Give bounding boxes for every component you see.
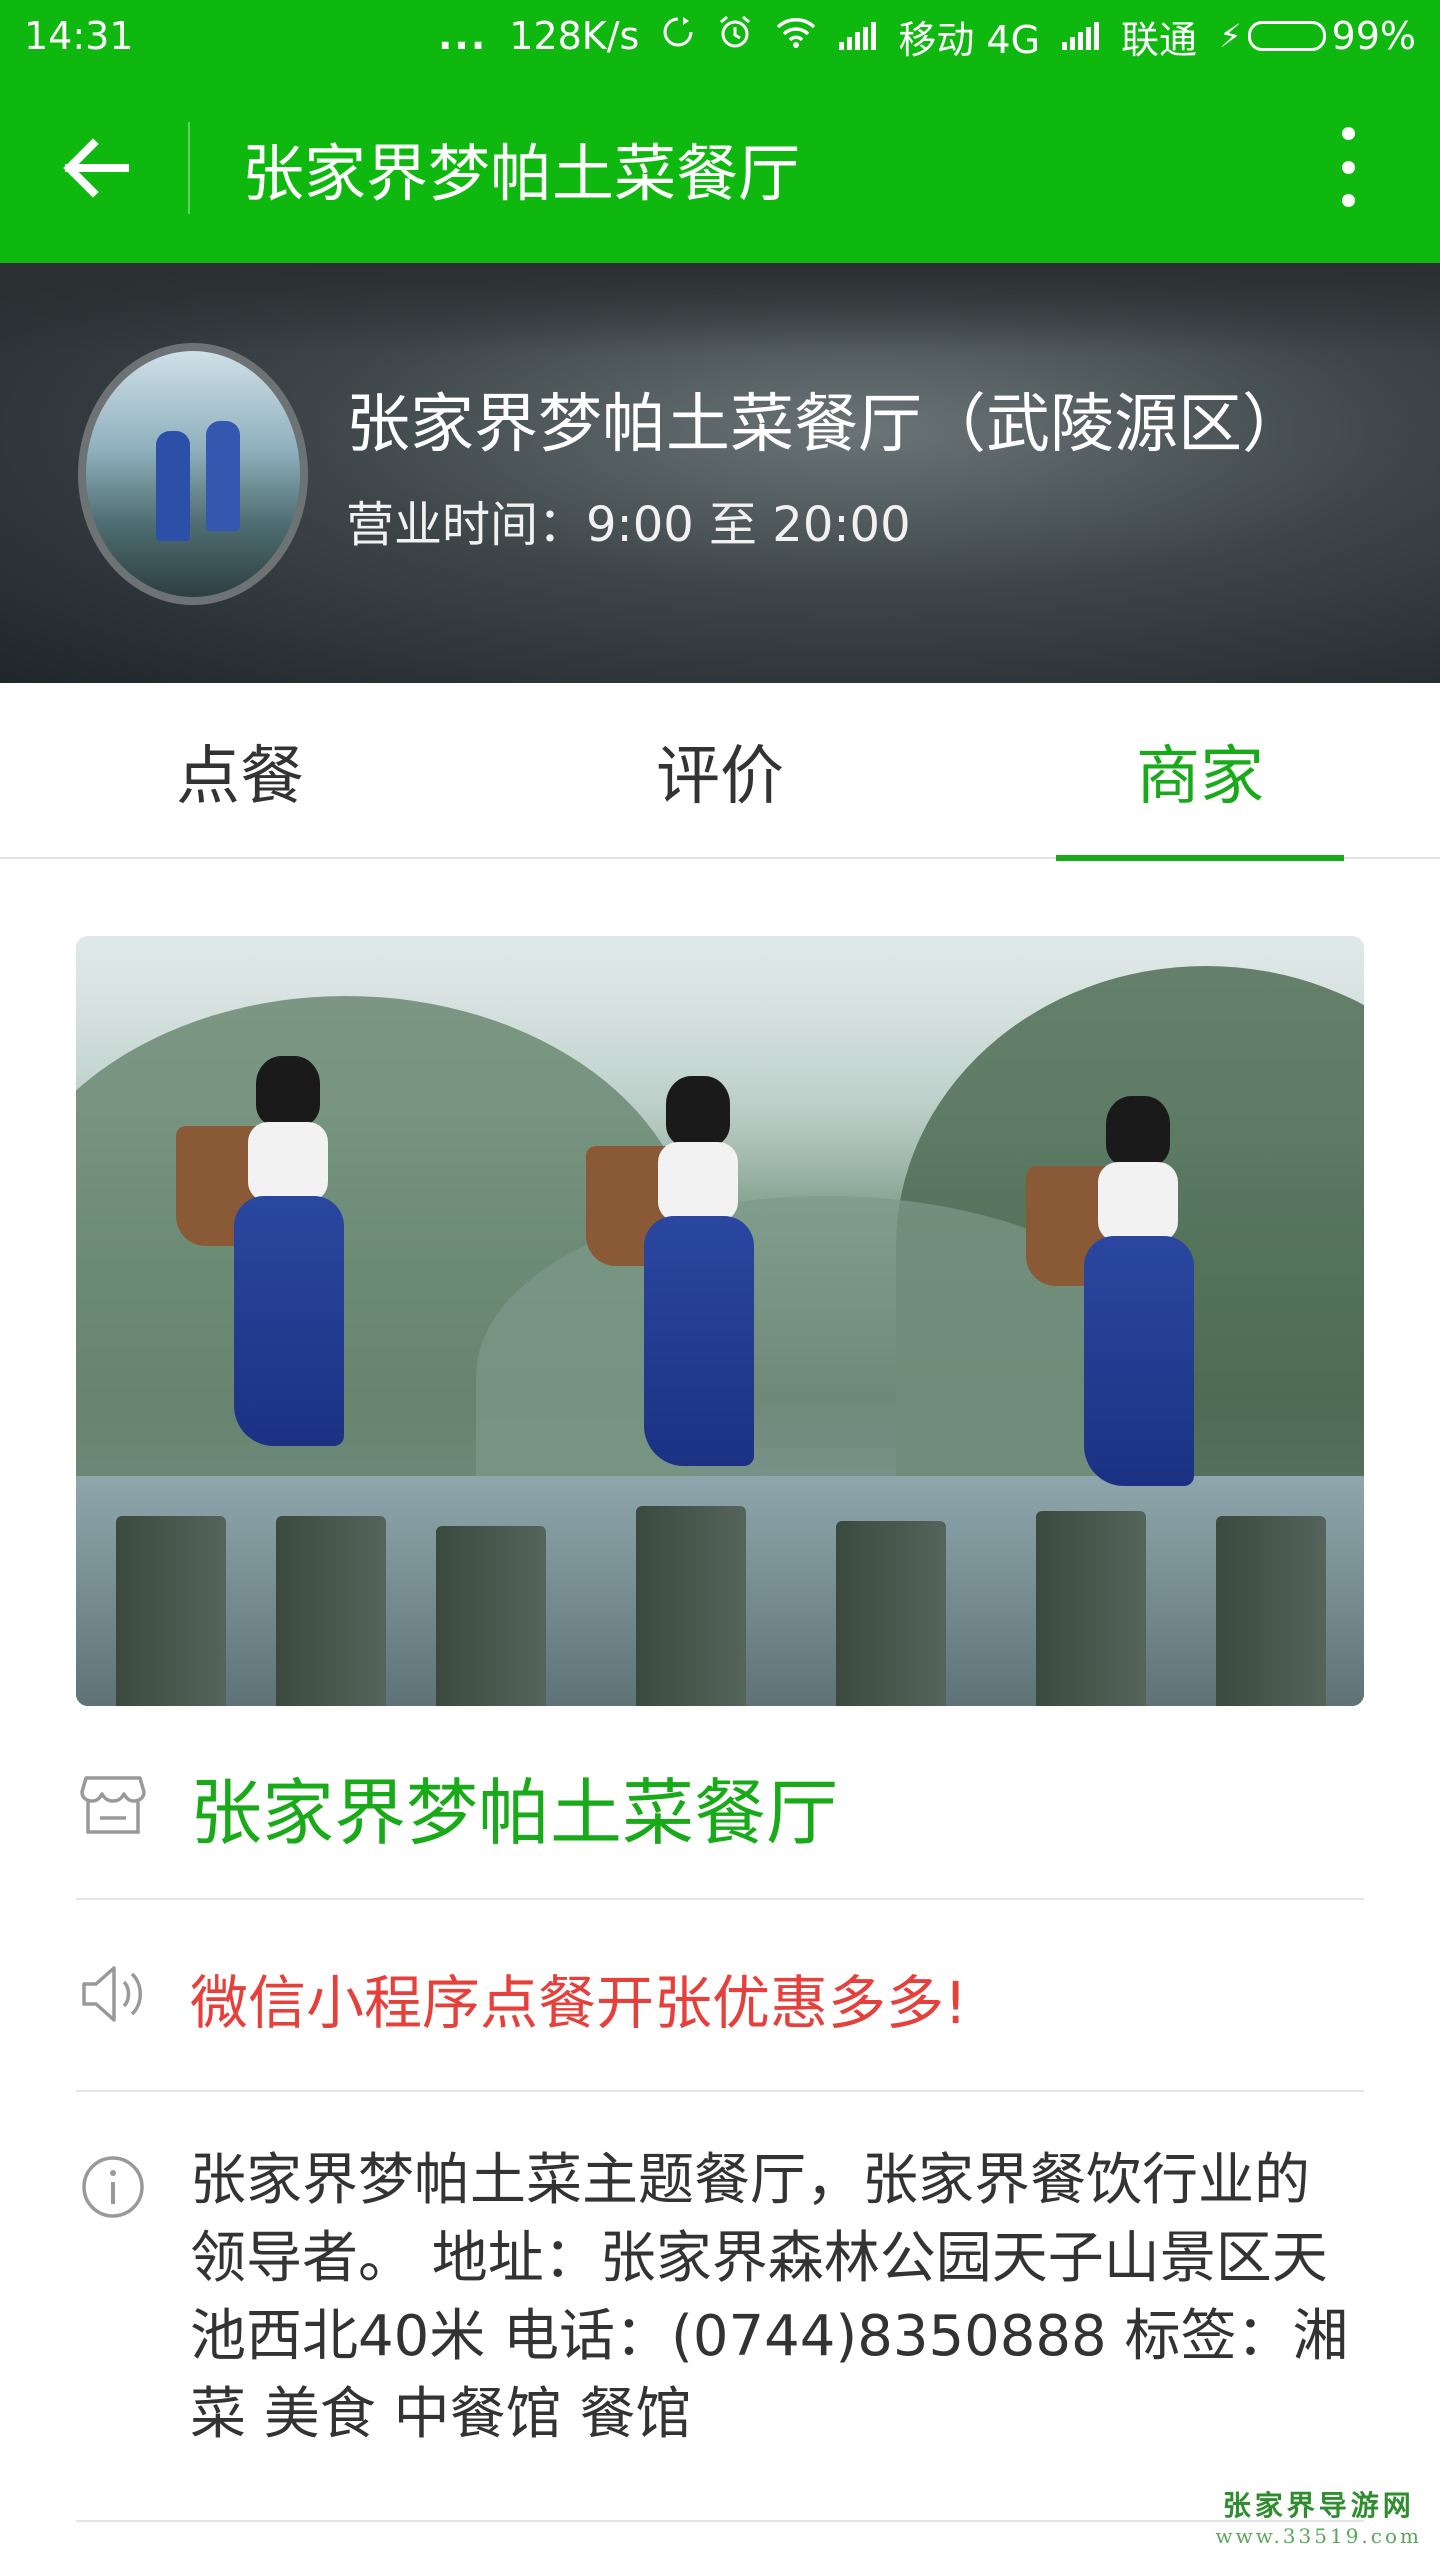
status-bar: 14:31 ... 128K/s 移动 4G 联通 ⚡ 99% [0,0,1440,72]
battery-icon [1247,21,1326,51]
charging-icon: ⚡ [1219,17,1242,55]
business-hours: 营业时间：9:00 至 20:00 [346,497,911,553]
signal-icon [1062,22,1100,50]
app-bar: 张家界梦帕土菜餐厅 [0,72,1440,263]
shop-header: 张家界梦帕土菜餐厅（武陵源区） 营业时间：9:00 至 20:00 [0,263,1440,683]
tab-order[interactable]: 点餐 [0,683,480,859]
merchant-name-row: 张家界梦帕土菜餐厅 [76,1706,1364,1900]
status-time: 14:31 [24,14,134,58]
watermark-line2: www.33519.com [1215,2524,1422,2548]
watermark-line1: 张家界导游网 [1222,2489,1415,2522]
speaker-icon [80,1962,150,2030]
shop-full-name: 张家界梦帕土菜餐厅（武陵源区） [346,388,1306,462]
sync-icon [661,14,695,58]
tab-reviews[interactable]: 评价 [480,683,960,859]
shop-avatar[interactable] [78,343,308,605]
carrier-1: 移动 4G [898,17,1041,62]
tab-bar: 点餐 评价 商家 [0,683,1440,861]
more-menu-button[interactable] [1328,127,1368,207]
back-button[interactable] [0,72,190,263]
watermark: 张家界导游网 www.33519.com [1215,2484,1422,2548]
wifi-icon [775,14,817,58]
info-icon [80,2154,146,2224]
status-dots: ... [437,14,488,58]
carrier-2: 联通 [1121,17,1198,62]
arrow-left-icon [63,137,129,198]
battery-percent: 99% [1331,14,1416,58]
page-title: 张家界梦帕土菜餐厅 [242,136,801,210]
more-vertical-icon [1341,127,1355,140]
status-speed: 128K/s [509,14,640,58]
merchant-name: 张家界梦帕土菜餐厅 [190,1771,839,1855]
merchant-description: 张家界梦帕土菜主题餐厅，张家界餐饮行业的领导者。 地址：张家界森林公园天子山景区… [190,2148,1349,2447]
tab-merchant[interactable]: 商家 [1056,683,1344,861]
shop-banner-image[interactable] [76,936,1364,1706]
notice-row: 微信小程序点餐开张优惠多多! [76,1900,1364,2092]
description-row: 张家界梦帕土菜主题餐厅，张家界餐饮行业的领导者。 地址：张家界森林公园天子山景区… [76,2092,1364,2522]
signal-icon [839,22,877,50]
alarm-icon [717,14,753,59]
store-icon [80,1774,146,1840]
promo-notice: 微信小程序点餐开张优惠多多! [190,1969,968,2037]
